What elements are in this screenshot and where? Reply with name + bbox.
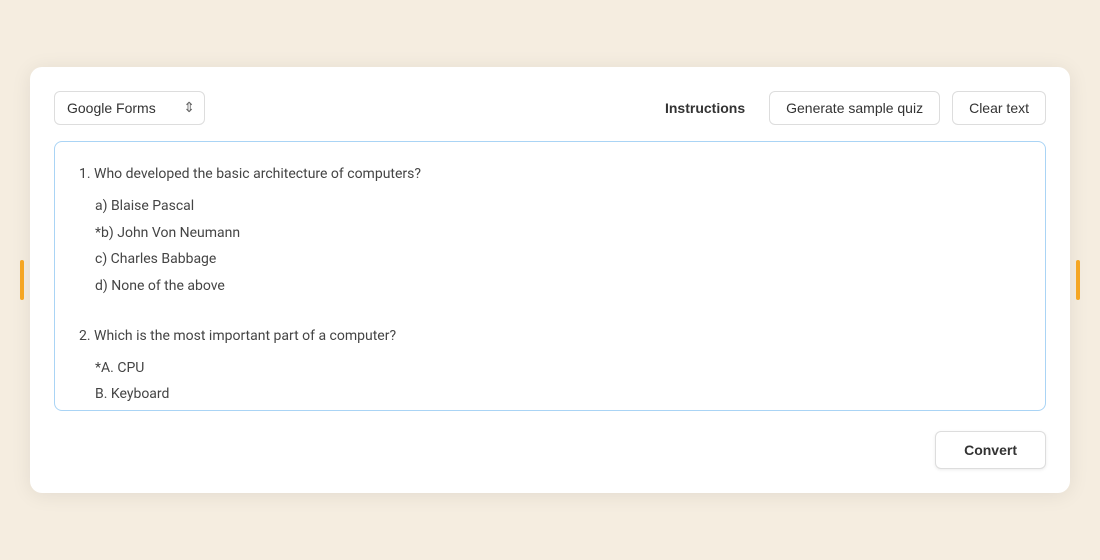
text-area-container[interactable]: 1. Who developed the basic architecture … <box>54 141 1046 411</box>
question-2-text: 2. Which is the most important part of a… <box>79 324 1021 349</box>
question-2-option-a: *A. CPU <box>79 355 1021 382</box>
question-1-option-b: *b) John Von Neumann <box>79 220 1021 247</box>
toolbar: Google Forms Microsoft Forms Typeform ⇕ … <box>54 91 1046 125</box>
question-1-option-d: d) None of the above <box>79 273 1021 300</box>
question-2-option-c: C. Monitor <box>79 408 1021 410</box>
left-accent <box>20 260 24 300</box>
clear-text-button[interactable]: Clear text <box>952 91 1046 125</box>
footer: Convert <box>54 431 1046 469</box>
convert-button[interactable]: Convert <box>935 431 1046 469</box>
toolbar-right: Instructions Generate sample quiz Clear … <box>653 91 1046 125</box>
text-area-content[interactable]: 1. Who developed the basic architecture … <box>55 142 1045 410</box>
instructions-button[interactable]: Instructions <box>653 92 757 124</box>
generate-sample-button[interactable]: Generate sample quiz <box>769 91 940 125</box>
question-1-option-c: c) Charles Babbage <box>79 246 1021 273</box>
right-accent <box>1076 260 1080 300</box>
question-2-option-b: B. Keyboard <box>79 381 1021 408</box>
platform-select[interactable]: Google Forms Microsoft Forms Typeform <box>54 91 205 125</box>
question-block-2: 2. Which is the most important part of a… <box>79 324 1021 410</box>
toolbar-left: Google Forms Microsoft Forms Typeform ⇕ <box>54 91 205 125</box>
question-1-text: 1. Who developed the basic architecture … <box>79 162 1021 187</box>
question-1-option-a: a) Blaise Pascal <box>79 193 1021 220</box>
main-card: Google Forms Microsoft Forms Typeform ⇕ … <box>30 67 1070 493</box>
platform-select-wrapper[interactable]: Google Forms Microsoft Forms Typeform ⇕ <box>54 91 205 125</box>
question-block-1: 1. Who developed the basic architecture … <box>79 162 1021 300</box>
